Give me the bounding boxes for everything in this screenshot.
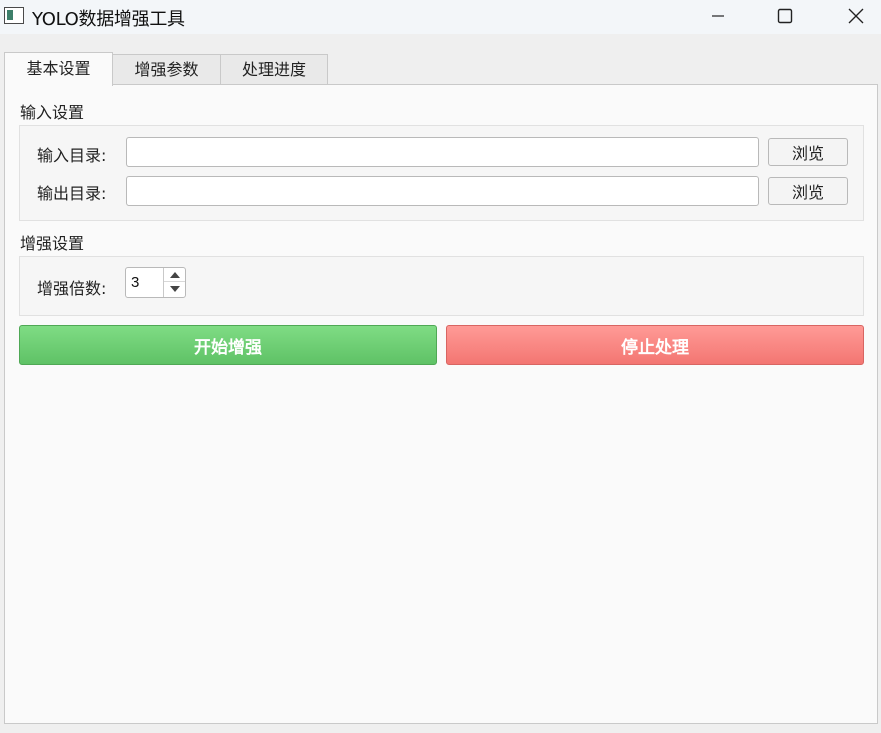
input-dir-label: 输入目录: [37, 146, 107, 165]
minimize-icon [712, 15, 724, 17]
output-dir-field[interactable] [126, 176, 759, 206]
spin-down-button[interactable] [164, 282, 185, 296]
spinbox-buttons [163, 268, 185, 297]
app-window-icon [4, 7, 24, 24]
browse-output-button[interactable]: 浏览 [768, 177, 848, 205]
window-title: YOLO数据增强工具 [32, 9, 185, 30]
browse-input-button[interactable]: 浏览 [768, 138, 848, 166]
tab-progress[interactable]: 处理进度 [220, 54, 328, 85]
chevron-down-icon [169, 286, 180, 292]
close-icon [848, 8, 864, 24]
output-dir-label: 输出目录: [37, 184, 107, 203]
augment-settings-heading: 增强设置 [20, 234, 85, 253]
maximize-icon [777, 8, 793, 24]
basic-settings-panel: 输入设置 输入目录: 浏览 输出目录: 浏览 增强设置 增强倍数: 3 开始增强 [4, 84, 878, 724]
chevron-up-icon [169, 271, 180, 278]
multiplier-value[interactable]: 3 [131, 274, 139, 291]
close-button[interactable] [833, 0, 879, 32]
input-dir-field[interactable] [126, 137, 759, 167]
input-settings-group: 输入目录: 浏览 输出目录: 浏览 [19, 125, 864, 221]
title-bar: YOLO数据增强工具 [0, 0, 881, 34]
maximize-button[interactable] [762, 0, 808, 32]
multiplier-spinbox[interactable]: 3 [125, 267, 186, 298]
stop-processing-button[interactable]: 停止处理 [446, 325, 864, 365]
tab-basic-settings[interactable]: 基本设置 [4, 52, 113, 86]
spin-up-button[interactable] [164, 268, 185, 282]
minimize-button[interactable] [695, 0, 741, 32]
input-settings-heading: 输入设置 [20, 103, 85, 122]
multiplier-label: 增强倍数: [37, 279, 107, 298]
start-augment-button[interactable]: 开始增强 [19, 325, 437, 365]
tab-augment-params[interactable]: 增强参数 [112, 54, 221, 85]
